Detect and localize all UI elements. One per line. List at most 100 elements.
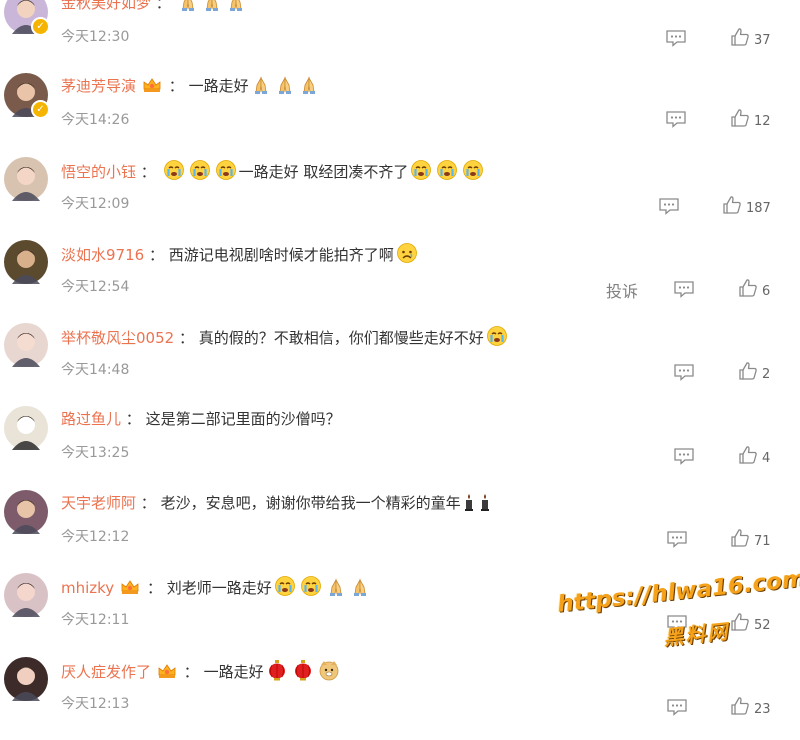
like-button[interactable]: 12 [730,108,771,129]
comment-item: 天宇老师阿 ： 老沙，安息吧，谢谢你带给我一个精彩的童年今天12:12 71 [0,490,800,573]
cry-emoji-icon [300,575,322,603]
username-link[interactable]: 天宇老师阿 [61,494,136,512]
avatar[interactable] [4,406,48,450]
separator-colon: ： [144,246,169,264]
pray-emoji-icon [275,75,295,101]
reply-comment-icon[interactable] [666,530,688,548]
comment-body: 淡如水9716 ： 西游记电视剧啥时候才能拍齐了啊 [61,242,420,270]
username-link[interactable]: 举杯敬风尘0052 [61,329,174,347]
separator-colon: ： [136,163,161,181]
username-link[interactable]: mhizky [61,579,114,597]
pray-emoji-icon [326,577,346,603]
like-count: 37 [754,33,771,48]
separator-colon: ： [179,663,204,681]
cry-emoji-icon [462,159,484,187]
comment-timestamp: 今天12:30 [61,29,130,45]
comment-item: 厌人症发作了 ： 一路走好 今天12:13 23 [0,657,800,740]
like-button[interactable]: 37 [730,27,771,48]
comment-text: 刘老师一路走好 [166,579,272,597]
like-button[interactable]: 187 [722,195,771,216]
like-button[interactable]: 52 [730,612,771,633]
comment-timestamp: 今天14:48 [61,362,130,378]
comment-item: 路过鱼儿 ： 这是第二部记里面的沙僧吗？ 今天13:25 4 [0,406,800,489]
comment-text: 这是第二部记里面的沙僧吗？ [145,410,341,428]
report-button[interactable]: 投诉 [606,278,638,302]
lantern-emoji-icon [266,659,288,687]
candle-emoji-icon [479,492,491,518]
avatar[interactable] [4,573,48,617]
comment-timestamp: 今天14:26 [61,112,130,128]
avatar[interactable] [4,657,48,701]
thumbs-up-icon [730,109,750,129]
verified-badge-icon: ✓ [31,17,50,36]
like-button[interactable]: 4 [738,445,770,466]
like-button[interactable]: 23 [730,696,771,717]
comment-body: 金秋美好如梦 ： [61,0,248,18]
reply-comment-icon[interactable] [673,280,695,298]
comment-text: 一路走好 取经团凑不齐了 [238,163,409,181]
like-count: 2 [762,367,771,382]
like-count: 12 [754,114,771,129]
pray-emoji-icon [202,0,222,18]
thumbs-up-icon [730,529,750,549]
avatar[interactable] [4,323,48,367]
like-button[interactable]: 2 [738,361,771,382]
reply-comment-icon[interactable] [673,447,695,465]
username-link[interactable]: 淡如水9716 [61,246,144,264]
comment-body: 天宇老师阿 ： 老沙，安息吧，谢谢你带给我一个精彩的童年 [61,492,493,518]
cry-emoji-icon [436,159,458,187]
avatar-image [4,240,48,284]
avatar[interactable]: ✓ [4,73,50,119]
comment-body: 路过鱼儿 ： 这是第二部记里面的沙僧吗？ [61,408,341,430]
cry-emoji-icon [189,159,211,187]
pray-emoji-icon [251,75,271,101]
doge-emoji-icon [318,659,340,687]
username-link[interactable]: 厌人症发作了 [61,663,151,681]
crown-badge-icon [142,77,162,93]
comment-text: 老沙，安息吧，谢谢你带给我一个精彩的童年 [160,494,461,512]
comment-item: ✓ 金秋美好如梦 ： 今天12:30 37 [0,0,800,73]
like-button[interactable]: 71 [730,528,771,549]
comment-timestamp: 今天12:12 [61,529,130,545]
pray-emoji-icon [350,577,370,603]
like-button[interactable]: 6 [738,278,771,299]
username-link[interactable]: 茅迪芳导演 [61,77,136,95]
like-count: 6 [762,284,771,299]
avatar[interactable] [4,240,48,284]
reply-comment-icon[interactable] [658,197,680,215]
separator-colon: ： [164,77,189,95]
avatar-image [4,490,48,534]
comment-text: 真的假的？不敢相信，你们都慢些走好不好 [198,329,484,347]
thumbs-up-icon [730,613,750,633]
comment-timestamp: 今天13:25 [61,445,130,461]
comment-item: ✓ 茅迪芳导演 ： 一路走好今天14:26 12 [0,73,800,156]
thumbs-up-icon [738,362,758,382]
reply-comment-icon[interactable] [665,110,687,128]
avatar[interactable]: ✓ [4,0,50,36]
comment-body: 悟空的小钰 ： 一路走好 取经团凑不齐了 [61,159,486,187]
comment-item: 悟空的小钰 ： 一路走好 取经团凑不齐了 今天12:09 187 [0,157,800,240]
thumbs-up-icon [738,279,758,299]
sad-emoji-icon [396,242,418,270]
thumbs-up-icon [730,697,750,717]
username-link[interactable]: 金秋美好如梦 [61,0,151,12]
like-count: 23 [754,702,771,717]
avatar[interactable] [4,490,48,534]
comment-body: 茅迪芳导演 ： 一路走好 [61,75,321,101]
avatar-image [4,157,48,201]
reply-comment-icon[interactable] [673,363,695,381]
comment-timestamp: 今天12:11 [61,612,130,628]
username-link[interactable]: 悟空的小钰 [61,163,136,181]
pray-emoji-icon [178,0,198,18]
comment-text: 一路走好 [188,77,249,95]
avatar[interactable] [4,157,48,201]
reply-comment-icon[interactable] [665,29,687,47]
reply-comment-icon[interactable] [666,698,688,716]
candle-emoji-icon [463,492,475,518]
thumbs-up-icon [722,196,742,216]
avatar-image [4,573,48,617]
like-count: 71 [754,534,771,549]
separator-colon: ： [121,410,146,428]
username-link[interactable]: 路过鱼儿 [61,410,121,428]
avatar-image [4,406,48,450]
